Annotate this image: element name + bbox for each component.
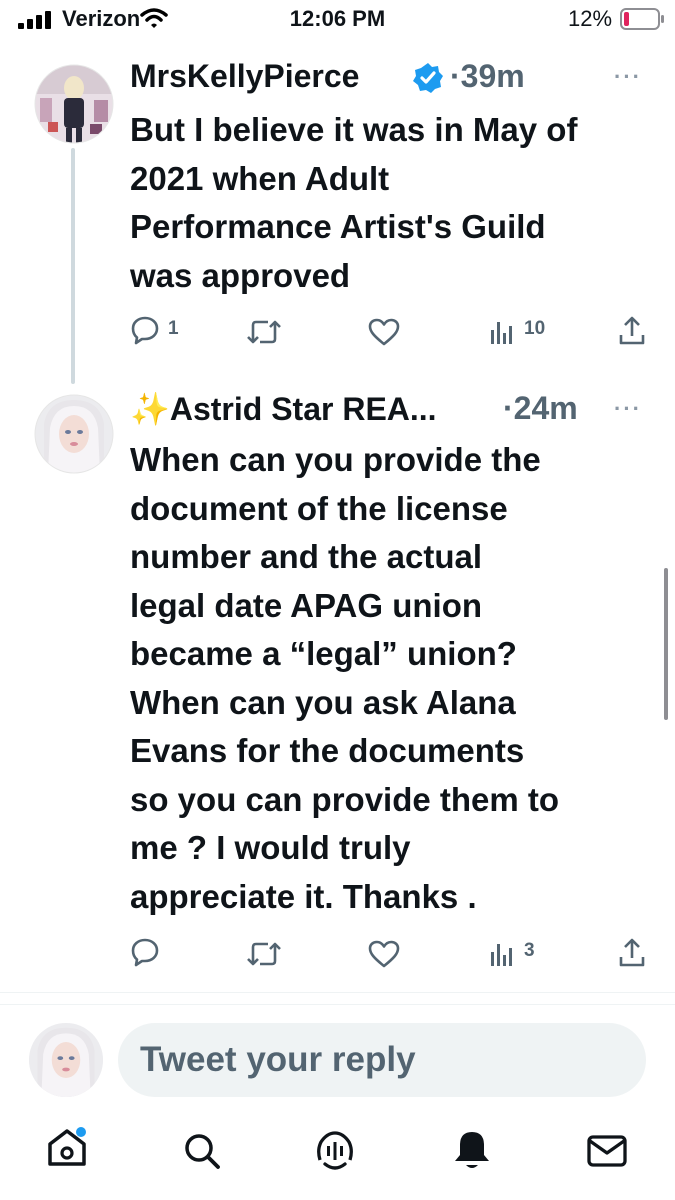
messages-icon[interactable] bbox=[587, 1134, 627, 1168]
avatar[interactable] bbox=[34, 394, 114, 474]
views-count: 10 bbox=[524, 318, 546, 339]
reply-button[interactable]: 1 bbox=[130, 312, 190, 348]
views-count: 3 bbox=[524, 940, 535, 961]
notifications-icon[interactable] bbox=[452, 1128, 492, 1172]
views-icon bbox=[491, 944, 512, 966]
spaces-icon[interactable] bbox=[315, 1130, 355, 1172]
views-button[interactable]: 3 bbox=[490, 934, 580, 970]
thread-line bbox=[71, 148, 75, 384]
battery-icon bbox=[620, 8, 664, 30]
divider bbox=[0, 992, 675, 993]
views-icon bbox=[491, 322, 512, 344]
reply-placeholder: Tweet your reply bbox=[140, 1040, 416, 1079]
like-icon[interactable] bbox=[368, 939, 400, 969]
scrollbar[interactable] bbox=[664, 568, 668, 720]
author-name[interactable]: MrsKellyPierce bbox=[130, 58, 359, 95]
avatar[interactable] bbox=[28, 1022, 104, 1098]
divider bbox=[0, 1004, 675, 1005]
tweet-time[interactable]: ·24m bbox=[503, 390, 578, 427]
tweet-2[interactable]: ✨Astrid Star REA... ·24m ··· When can yo… bbox=[0, 380, 675, 990]
like-icon[interactable] bbox=[368, 317, 400, 347]
verified-icon bbox=[413, 63, 443, 93]
more-button[interactable]: ··· bbox=[614, 64, 642, 90]
home-icon[interactable] bbox=[46, 1126, 90, 1168]
retweet-icon[interactable] bbox=[246, 318, 282, 346]
battery-percent: 12% bbox=[568, 6, 613, 31]
views-button[interactable]: 10 bbox=[490, 312, 580, 348]
share-icon[interactable] bbox=[618, 937, 646, 969]
avatar[interactable] bbox=[34, 64, 114, 144]
bottom-nav bbox=[0, 1110, 675, 1200]
more-button[interactable]: ··· bbox=[614, 396, 642, 422]
reply-icon bbox=[131, 316, 159, 345]
reply-count: 1 bbox=[168, 318, 179, 339]
reply-icon[interactable] bbox=[130, 937, 160, 967]
retweet-icon[interactable] bbox=[246, 940, 282, 968]
tweet-text: But I believe it was in May of 2021 when… bbox=[130, 111, 578, 294]
status-bar: Verizon 12:06 PM 12% bbox=[0, 0, 675, 40]
tweet-1[interactable]: MrsKellyPierce ·39m ··· But I believe it… bbox=[0, 40, 675, 390]
tweet-text: When can you provide the document of the… bbox=[130, 441, 560, 915]
action-bar: 1 10 bbox=[130, 312, 650, 352]
action-bar: 3 bbox=[130, 934, 650, 974]
author-name[interactable]: ✨Astrid Star REA... bbox=[130, 390, 437, 428]
tweet-time[interactable]: ·39m bbox=[450, 58, 525, 95]
share-icon[interactable] bbox=[618, 315, 646, 347]
search-icon[interactable] bbox=[183, 1132, 221, 1170]
